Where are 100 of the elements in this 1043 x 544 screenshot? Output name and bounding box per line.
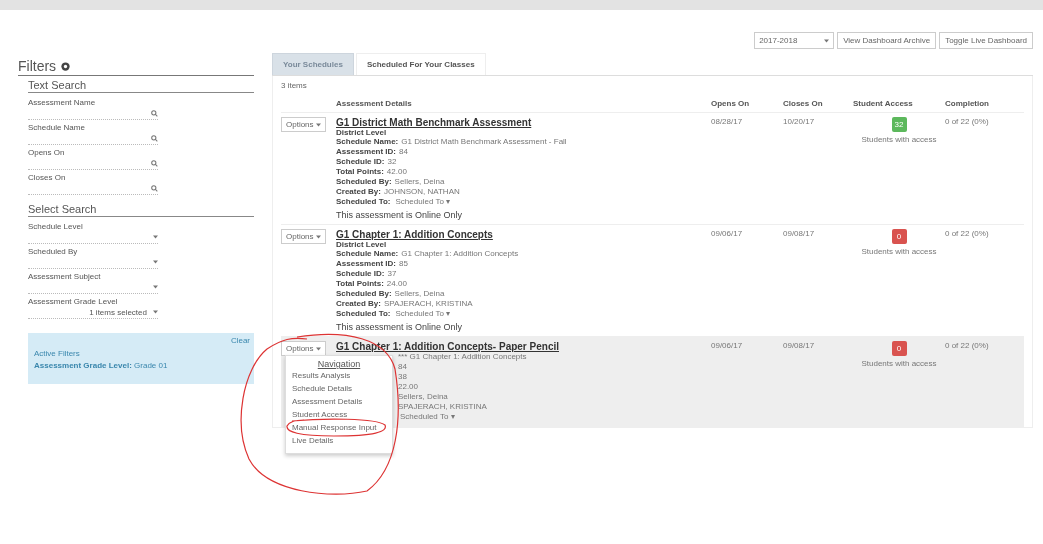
column-header: Assessment Details [336,99,413,108]
active-filter[interactable]: Assessment Grade Level: Grade 01 [34,361,248,370]
closes-date: 09/08/17 [783,229,816,240]
field-label: Assessment Grade Level [28,297,118,306]
select-field[interactable]: 1 items selected [28,306,158,319]
detail-label: Scheduled By: [336,289,392,299]
search-icon [151,109,158,117]
field-label: Assessment Subject [28,272,101,281]
caret-icon [824,38,830,43]
active-filters-title: Active Filters [34,349,81,358]
caret-icon [315,234,321,239]
caret-icon [153,235,158,239]
opens-date: 08/28/17 [711,117,744,128]
field-label: Assessment Name [28,98,96,107]
detail-label: Schedule ID: [336,157,385,167]
completion-text: 0 of 22 (0%) [945,229,990,240]
column-header: Opens On [711,99,751,108]
search-icon [151,134,158,142]
assessment-title[interactable]: G1 Chapter 1: Addition Concepts [336,229,493,240]
access-count[interactable]: 0 [891,229,907,244]
level-text: District Level [336,240,387,249]
closes-date: 10/20/17 [783,117,816,128]
caret-icon [153,310,158,314]
detail-value: Sellers, Deina [394,177,445,187]
caret-icon [315,346,321,351]
detail-label: Assessment ID: [336,259,397,269]
tab[interactable]: Scheduled For Your Classes [355,53,486,75]
opens-date: 09/06/17 [711,341,744,352]
options-button[interactable]: Options [281,229,326,244]
search-field[interactable] [28,182,158,195]
online-note: This assessment is Online Only [336,322,463,332]
detail-label: Scheduled By: [336,177,392,187]
search-field[interactable] [28,107,158,120]
completion-text: 0 of 22 (0%) [945,341,990,352]
detail-value: 37 [387,269,397,279]
detail-label: Created By: [336,299,381,309]
access-label: Students with access [861,135,937,144]
detail-label: Scheduled To: [336,309,391,319]
caret-icon [153,285,158,289]
column-header: Closes On [783,99,824,108]
column-header: Completion [945,99,990,108]
year-select[interactable]: 2017-2018 [754,32,835,49]
opens-date: 09/06/17 [711,229,744,240]
detail-label: Total Points: [336,279,384,289]
detail-value: Sellers, Deina [394,289,445,299]
detail-label: Created By: [336,187,381,197]
field-label: Opens On [28,148,65,157]
closes-date: 09/08/17 [783,341,816,352]
detail-value: 32 [387,157,397,167]
section-heading: Select Search [28,203,254,217]
scheduled-to-dropdown[interactable]: Scheduled To ▾ [393,197,453,207]
menu-item[interactable]: Student Access [286,408,392,421]
completion-text: 0 of 22 (0%) [945,117,990,128]
access-label: Students with access [861,247,937,256]
gear-icon[interactable] [60,60,72,72]
detail-value: 85 [399,259,408,269]
menu-header: Navigation [317,359,361,369]
field-label: Closes On [28,173,66,182]
clear-link[interactable]: Clear [230,336,250,345]
detail-value: JOHNSON, NATHAN [383,187,460,197]
menu-item[interactable]: Manual Response Input [286,421,392,434]
caret-icon [315,122,321,127]
detail-value: 24.00 [386,279,407,289]
detail-value: 22.00 [398,382,419,392]
dashboard-button[interactable]: View Dashboard Archive [837,32,937,49]
search-field[interactable] [28,132,158,145]
menu-item[interactable]: Assessment Details [286,395,392,408]
detail-value: G1 Chapter 1: Addition Concepts [401,249,519,259]
detail-value: 42.00 [386,167,407,177]
search-icon [151,159,158,167]
detail-value: *** G1 Chapter 1: Addition Concepts [398,352,527,362]
filters-title: Filters [18,58,57,74]
menu-item[interactable]: Results Analysis [286,369,392,382]
detail-label: Assessment ID: [336,147,397,157]
access-label: Students with access [861,359,937,368]
scheduled-to-dropdown[interactable]: Scheduled To ▾ [398,412,457,422]
menu-item[interactable]: Live Details [286,434,392,447]
options-button[interactable]: Options [281,117,326,132]
dashboard-button[interactable]: Toggle Live Dashboard [939,32,1033,49]
detail-value: SPAJERACH, KRISTINA [383,299,473,309]
field-label: Schedule Level [28,222,83,231]
scheduled-to-dropdown[interactable]: Scheduled To ▾ [393,309,453,319]
field-label: Schedule Name [28,123,85,132]
column-header: Student Access [853,99,914,108]
access-count[interactable]: 0 [891,341,907,356]
online-note: This assessment is Online Only [336,210,463,220]
search-icon [151,184,158,192]
level-text: District Level [336,128,387,137]
assessment-title[interactable]: G1 District Math Benchmark Assessment [336,117,532,128]
section-heading: Text Search [28,79,254,93]
item-count: 3 items [281,80,308,92]
search-field[interactable] [28,157,158,170]
detail-value: 84 [399,147,408,157]
detail-label: Scheduled To: [336,197,391,207]
detail-label: Total Points: [336,167,384,177]
menu-item[interactable]: Schedule Details [286,382,392,395]
detail-value: 38 [398,372,407,382]
caret-icon [153,260,158,264]
detail-value: 84 [398,362,407,372]
detail-label: Schedule Name: [336,249,399,259]
